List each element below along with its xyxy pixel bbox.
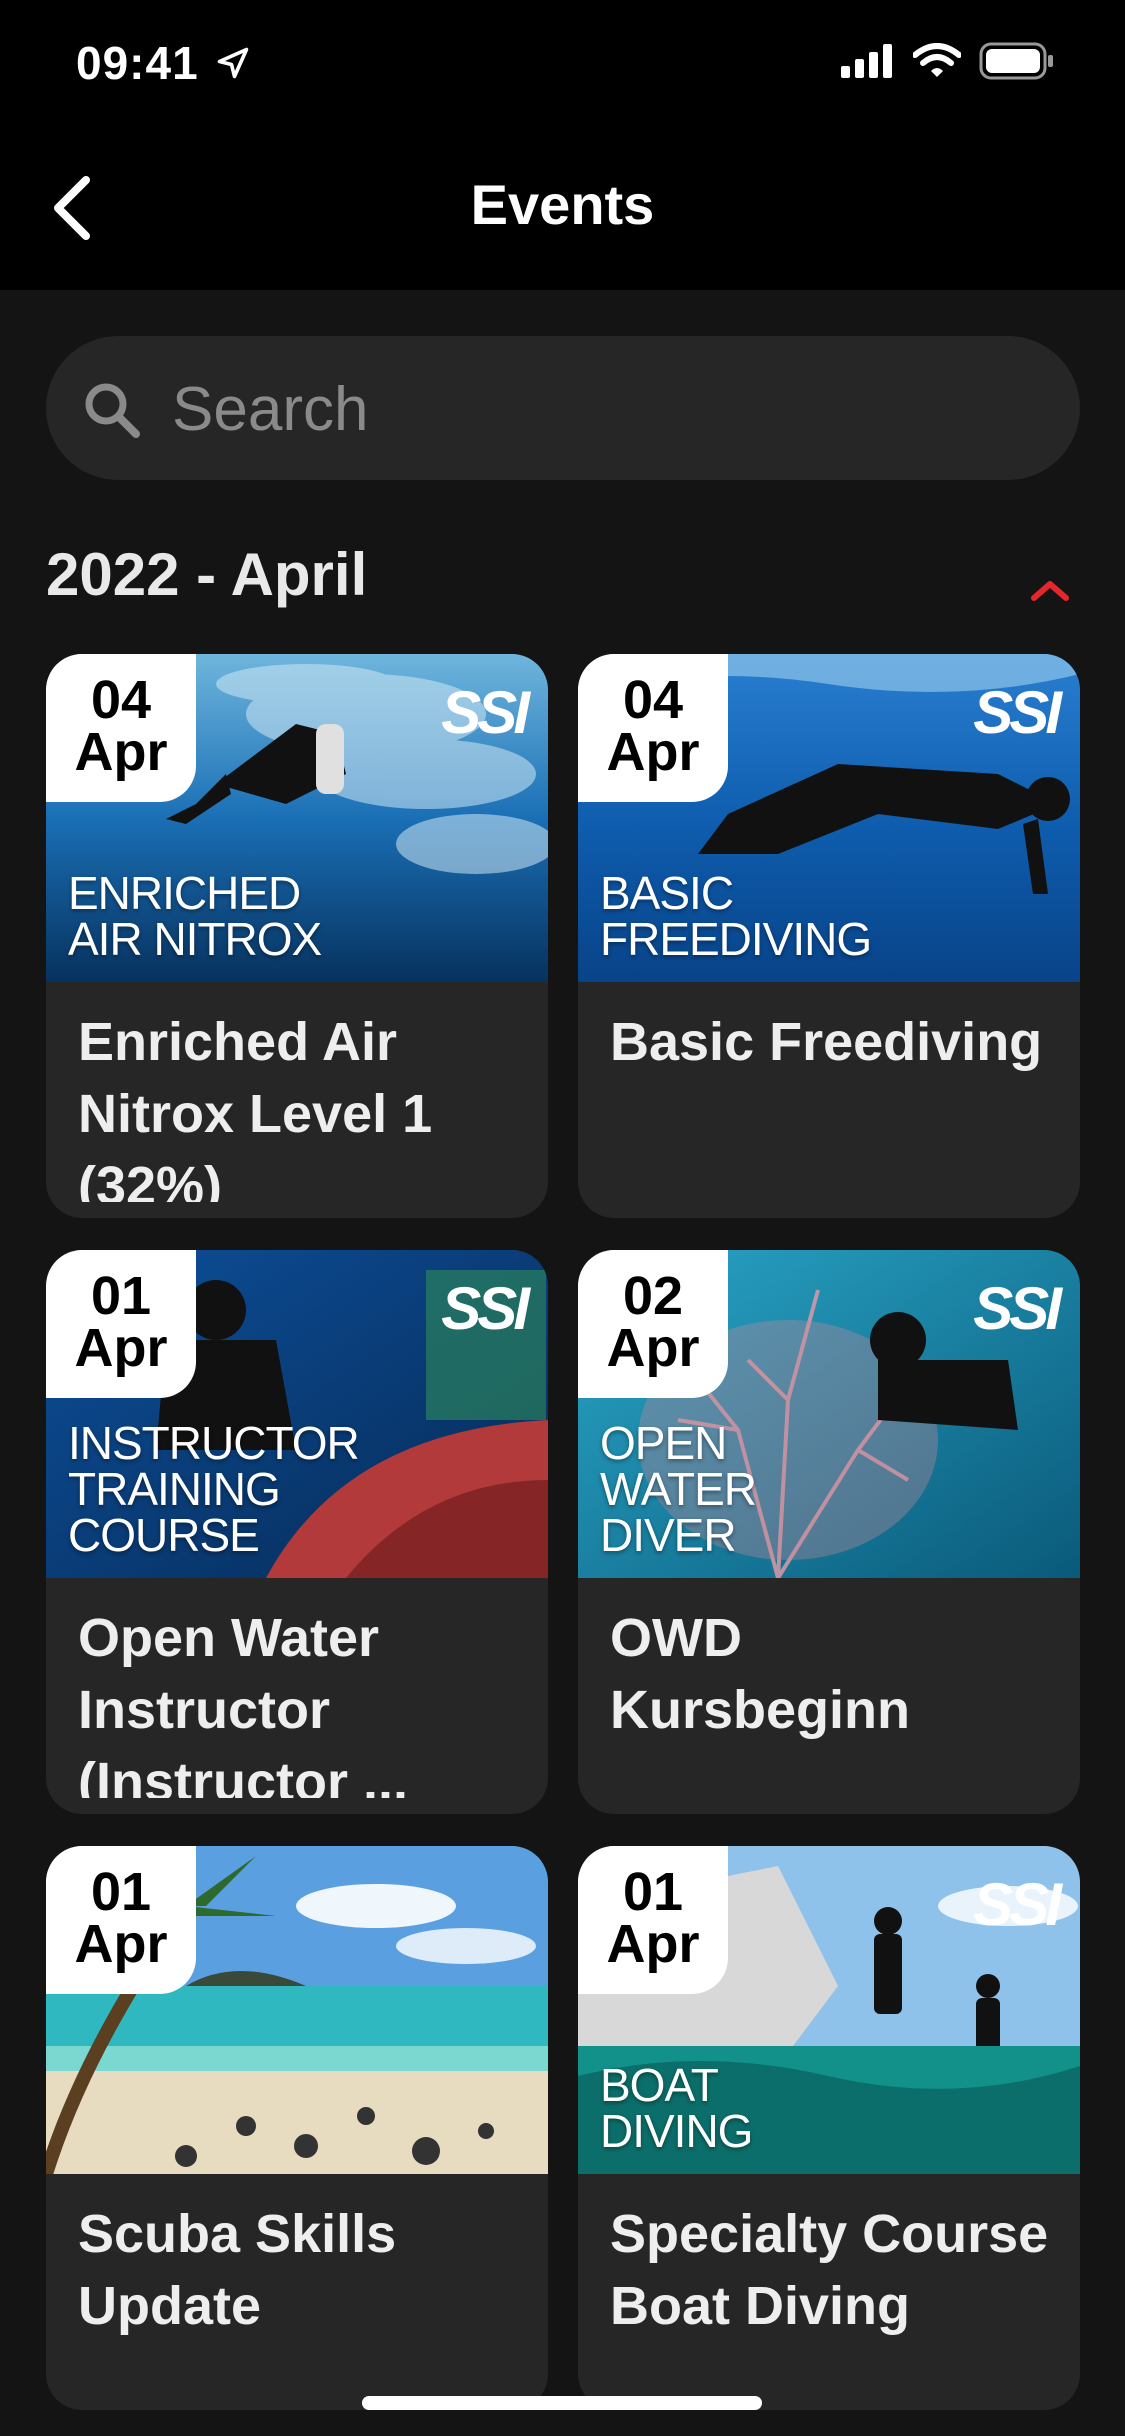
ssi-logo: SSI [973, 1275, 1062, 1342]
date-month: Apr [74, 1318, 168, 1378]
image-caption: ENRICHED AIR NITROX [68, 867, 322, 965]
location-arrow-icon [217, 47, 248, 79]
image-caption: BOAT DIVING [600, 2059, 753, 2157]
date-day: 01 [622, 1862, 684, 1922]
event-title: Specialty Course Boat Diving [610, 2204, 1049, 2336]
status-time-text: 09:41 [76, 37, 199, 89]
event-title: Open Water Instructor (Instructor ... [78, 1608, 409, 1798]
date-badge: 01 Apr [46, 1250, 196, 1398]
ssi-logo: SSI [441, 679, 530, 746]
date-day: 04 [90, 670, 152, 730]
event-card[interactable]: 01 Apr SSI INSTRUCTOR TRAINING COURSE Op… [46, 1250, 548, 1814]
battery-icon [979, 42, 1053, 80]
event-card[interactable]: 01 Apr SSI BOAT DIVING Specialty Course … [578, 1846, 1080, 2410]
section-title: 2022 - April [46, 541, 368, 608]
date-day: 01 [90, 1266, 152, 1326]
ssi-logo: SSI [441, 1275, 530, 1342]
date-month: Apr [606, 1914, 700, 1974]
event-title: OWD Kursbeginn [610, 1608, 911, 1740]
event-image: 01 Apr SSI BOAT DIVING [578, 1846, 1080, 2174]
event-image: 02 Apr SSI OPEN WATER DIVER [578, 1250, 1080, 1578]
event-title: Basic Freediving [610, 1012, 1043, 1072]
date-badge: 04 Apr [578, 654, 728, 802]
ssi-logo: SSI [973, 679, 1062, 746]
date-month: Apr [74, 1914, 168, 1974]
date-month: Apr [606, 722, 700, 782]
ssi-logo: SSI [973, 1871, 1062, 1938]
date-badge: 04 Apr [46, 654, 196, 802]
month-section-header[interactable]: 2022 - April [46, 540, 1080, 620]
date-day: 01 [90, 1862, 152, 1922]
event-card[interactable]: 02 Apr SSI OPEN WATER DIVER OWD Kursbegi… [578, 1250, 1080, 1814]
event-card[interactable]: 01 Apr Scuba Skills Update [46, 1846, 548, 2410]
navigation-header: 09:41 Events [0, 0, 1125, 290]
date-month: Apr [606, 1318, 700, 1378]
chevron-up-icon[interactable] [1020, 570, 1080, 610]
search-icon [85, 383, 140, 438]
date-day: 04 [622, 670, 684, 730]
event-image: 04 Apr SSI BASIC FREEDIVING [578, 654, 1080, 982]
image-caption: OPEN WATER DIVER [600, 1417, 757, 1561]
event-image: 01 Apr SSI INSTRUCTOR TRAINING COURSE [46, 1250, 548, 1578]
date-day: 02 [622, 1266, 684, 1326]
event-card[interactable]: 04 Apr SSI BASIC FREEDIVING Basic Freedi… [578, 654, 1080, 1218]
image-caption: INSTRUCTOR TRAINING COURSE [68, 1417, 360, 1561]
search-bar[interactable] [46, 336, 1080, 482]
date-badge: 02 Apr [578, 1250, 728, 1398]
date-badge: 01 Apr [46, 1846, 196, 1994]
home-indicator [362, 2396, 762, 2410]
wifi-icon [913, 43, 961, 77]
search-input[interactable] [170, 336, 1054, 482]
event-image: 04 Apr SSI ENRICHED AIR NITROX [46, 654, 548, 982]
page-title: Events [470, 173, 655, 236]
event-title: Enriched Air Nitrox Level 1 (32%) [78, 1012, 433, 1202]
event-image: 01 Apr [46, 1846, 548, 2174]
event-title: Scuba Skills Update [78, 2204, 397, 2336]
date-badge: 01 Apr [578, 1846, 728, 1994]
image-caption: BASIC FREEDIVING [600, 867, 872, 965]
cellular-signal-icon [841, 44, 892, 78]
status-time: 09:41 [76, 36, 251, 90]
event-card[interactable]: 04 Apr SSI ENRICHED AIR NITROX Enriched … [46, 654, 548, 1218]
date-month: Apr [74, 722, 168, 782]
